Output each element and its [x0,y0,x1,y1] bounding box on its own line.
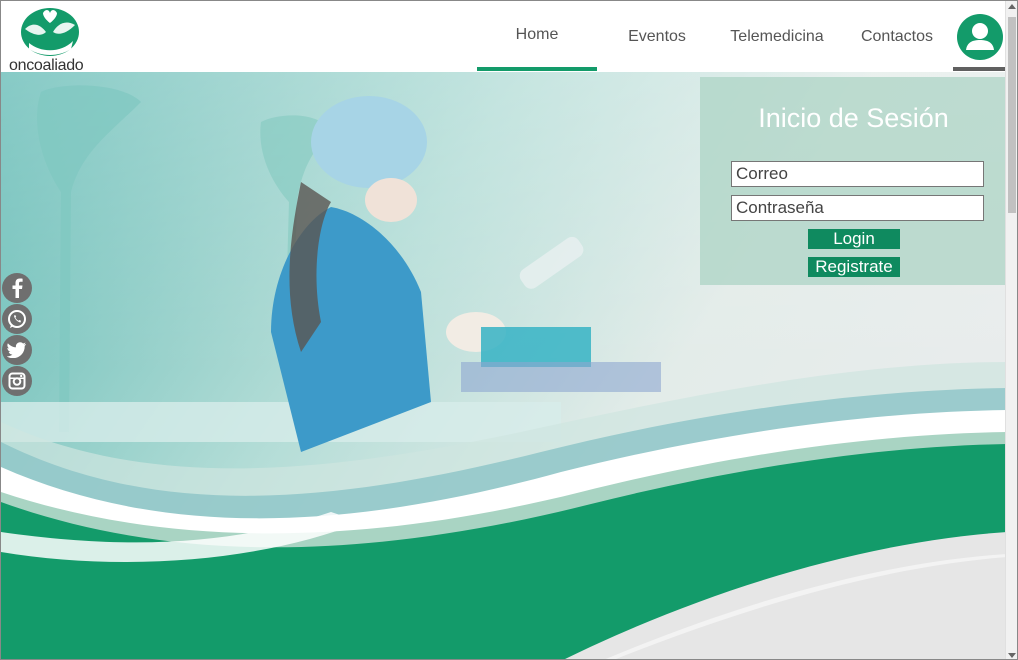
email-field[interactable] [731,161,984,187]
user-icon [957,14,1003,60]
whatsapp-icon [2,303,32,334]
social-instagram[interactable] [1,365,33,396]
password-field[interactable] [731,195,984,221]
social-whatsapp[interactable] [1,303,33,334]
account-button[interactable] [953,1,1007,72]
social-facebook[interactable] [1,272,33,303]
brand-name: oncoaliado [9,57,84,74]
social-links [1,272,33,396]
social-twitter[interactable] [1,334,33,365]
active-indicator [477,67,597,71]
login-button[interactable]: Login [808,229,900,249]
twitter-icon [2,334,32,365]
nav-item-telemedicina[interactable]: Telemedicina [717,1,837,72]
login-title: Inicio de Sesión [758,103,949,133]
brand-logo[interactable]: oncoaliado [9,5,91,74]
register-button[interactable]: Registrate [808,257,900,277]
hands-heart-logo-icon [21,8,79,56]
nav-item-label: Telemedicina [730,27,824,45]
browser-viewport: oncoaliado Home Eventos Telemedicina Con… [0,0,1018,660]
page-scrollbar[interactable] [1005,1,1017,659]
main-nav: Home Eventos Telemedicina Contactos [477,1,1007,72]
nav-item-eventos[interactable]: Eventos [597,1,717,72]
scroll-down-icon[interactable] [1008,653,1016,658]
instagram-icon [2,365,32,396]
nav-item-label: Home [515,25,559,43]
scroll-thumb[interactable] [1008,17,1016,213]
login-panel: Inicio de Sesión Login Registrate [700,77,1007,285]
nav-item-label: Eventos [628,27,686,45]
nav-item-home[interactable]: Home [477,1,597,72]
facebook-icon [2,272,32,303]
scroll-up-icon[interactable] [1008,4,1016,9]
nav-item-label: Contactos [860,27,934,45]
nav-item-contactos[interactable]: Contactos [837,1,957,72]
site-header: oncoaliado Home Eventos Telemedicina Con… [1,1,1007,74]
account-indicator [953,67,1007,71]
